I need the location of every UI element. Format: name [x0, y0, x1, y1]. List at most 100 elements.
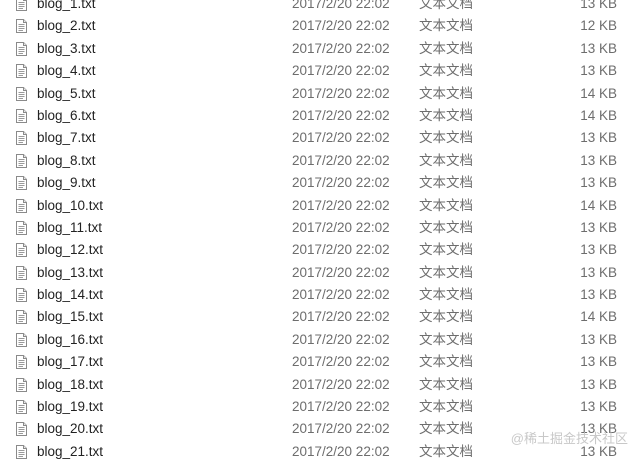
- file-name[interactable]: blog_7.txt: [37, 130, 96, 146]
- file-name[interactable]: blog_21.txt: [37, 444, 103, 460]
- file-type: 文本文档: [419, 63, 473, 79]
- file-row[interactable]: blog_5.txt 2017/2/20 22:02 文本文档 14 KB: [0, 83, 640, 105]
- file-name[interactable]: blog_8.txt: [37, 153, 96, 169]
- file-modified-date: 2017/2/20 22:02: [292, 107, 390, 123]
- file-size: 14 KB: [580, 107, 617, 123]
- file-size: 13 KB: [580, 242, 617, 258]
- file-size: 13 KB: [580, 152, 617, 168]
- text-document-icon: [16, 400, 27, 415]
- file-row[interactable]: blog_6.txt 2017/2/20 22:02 文本文档 14 KB: [0, 105, 640, 127]
- file-name[interactable]: blog_17.txt: [37, 354, 103, 370]
- file-size: 13 KB: [580, 40, 617, 56]
- text-document-icon: [16, 0, 27, 11]
- file-type: 文本文档: [419, 0, 473, 11]
- file-row[interactable]: blog_9.txt 2017/2/20 22:02 文本文档 13 KB: [0, 172, 640, 194]
- file-name[interactable]: blog_2.txt: [37, 18, 96, 34]
- file-type: 文本文档: [419, 264, 473, 280]
- file-name[interactable]: blog_4.txt: [37, 63, 96, 79]
- file-row[interactable]: blog_15.txt 2017/2/20 22:02 文本文档 14 KB: [0, 306, 640, 328]
- file-type: 文本文档: [419, 152, 473, 168]
- file-modified-date: 2017/2/20 22:02: [292, 376, 390, 392]
- file-size: 13 KB: [580, 376, 617, 392]
- file-row[interactable]: blog_14.txt 2017/2/20 22:02 文本文档 13 KB: [0, 284, 640, 306]
- file-row[interactable]: blog_19.txt 2017/2/20 22:02 文本文档 13 KB: [0, 396, 640, 418]
- file-row[interactable]: blog_7.txt 2017/2/20 22:02 文本文档 13 KB: [0, 127, 640, 149]
- file-size: 13 KB: [580, 175, 617, 191]
- file-row[interactable]: blog_10.txt 2017/2/20 22:02 文本文档 14 KB: [0, 195, 640, 217]
- file-name[interactable]: blog_18.txt: [37, 377, 103, 393]
- file-type: 文本文档: [419, 421, 473, 437]
- file-modified-date: 2017/2/20 22:02: [292, 130, 390, 146]
- file-type: 文本文档: [419, 219, 473, 235]
- file-type: 文本文档: [419, 18, 473, 34]
- file-name[interactable]: blog_13.txt: [37, 265, 103, 281]
- file-modified-date: 2017/2/20 22:02: [292, 40, 390, 56]
- file-name[interactable]: blog_19.txt: [37, 399, 103, 415]
- file-type: 文本文档: [419, 443, 473, 459]
- file-type: 文本文档: [419, 309, 473, 325]
- text-document-icon: [16, 176, 27, 191]
- text-document-icon: [16, 332, 27, 347]
- file-size: 13 KB: [580, 0, 617, 11]
- text-document-icon: [16, 86, 27, 101]
- text-document-icon: [16, 310, 27, 325]
- file-type: 文本文档: [419, 287, 473, 303]
- text-document-icon: [16, 243, 27, 258]
- file-size: 13 KB: [580, 331, 617, 347]
- text-document-icon: [16, 377, 27, 392]
- file-type: 文本文档: [419, 242, 473, 258]
- file-type: 文本文档: [419, 399, 473, 415]
- file-modified-date: 2017/2/20 22:02: [292, 0, 390, 11]
- file-name[interactable]: blog_12.txt: [37, 242, 103, 258]
- file-row[interactable]: blog_8.txt 2017/2/20 22:02 文本文档 13 KB: [0, 150, 640, 172]
- file-size: 14 KB: [580, 85, 617, 101]
- file-name[interactable]: blog_5.txt: [37, 86, 96, 102]
- file-type: 文本文档: [419, 130, 473, 146]
- file-row[interactable]: blog_13.txt 2017/2/20 22:02 文本文档 13 KB: [0, 262, 640, 284]
- file-row[interactable]: blog_16.txt 2017/2/20 22:02 文本文档 13 KB: [0, 329, 640, 351]
- file-modified-date: 2017/2/20 22:02: [292, 399, 390, 415]
- file-row[interactable]: blog_17.txt 2017/2/20 22:02 文本文档 13 KB: [0, 351, 640, 373]
- file-type: 文本文档: [419, 354, 473, 370]
- file-type: 文本文档: [419, 40, 473, 56]
- file-name[interactable]: blog_11.txt: [37, 220, 102, 236]
- file-name[interactable]: blog_3.txt: [37, 41, 96, 57]
- file-name[interactable]: blog_14.txt: [37, 287, 103, 303]
- file-name[interactable]: blog_20.txt: [37, 421, 103, 437]
- text-document-icon: [16, 198, 27, 213]
- text-document-icon: [16, 220, 27, 235]
- file-modified-date: 2017/2/20 22:02: [292, 331, 390, 347]
- text-document-icon: [16, 444, 27, 459]
- file-modified-date: 2017/2/20 22:02: [292, 63, 390, 79]
- file-name[interactable]: blog_15.txt: [37, 309, 103, 325]
- file-row[interactable]: blog_12.txt 2017/2/20 22:02 文本文档 13 KB: [0, 239, 640, 261]
- file-row[interactable]: blog_3.txt 2017/2/20 22:02 文本文档 13 KB: [0, 38, 640, 60]
- file-modified-date: 2017/2/20 22:02: [292, 152, 390, 168]
- text-document-icon: [16, 108, 27, 123]
- file-type: 文本文档: [419, 85, 473, 101]
- file-modified-date: 2017/2/20 22:02: [292, 309, 390, 325]
- file-name[interactable]: blog_9.txt: [37, 175, 96, 191]
- file-row[interactable]: blog_2.txt 2017/2/20 22:02 文本文档 12 KB: [0, 15, 640, 37]
- file-size: 14 KB: [580, 197, 617, 213]
- file-size: 13 KB: [580, 287, 617, 303]
- file-modified-date: 2017/2/20 22:02: [292, 18, 390, 34]
- file-row[interactable]: blog_4.txt 2017/2/20 22:02 文本文档 13 KB: [0, 60, 640, 82]
- text-document-icon: [16, 422, 27, 437]
- file-modified-date: 2017/2/20 22:02: [292, 175, 390, 191]
- text-document-icon: [16, 265, 27, 280]
- file-row[interactable]: blog_18.txt 2017/2/20 22:02 文本文档 13 KB: [0, 374, 640, 396]
- file-row[interactable]: blog_1.txt 2017/2/20 22:02 文本文档 13 KB: [0, 0, 640, 15]
- text-document-icon: [16, 41, 27, 56]
- file-name[interactable]: blog_1.txt: [37, 0, 96, 12]
- file-list: blog_1.txt 2017/2/20 22:02 文本文档 13 KB blog_2…: [0, 0, 640, 463]
- file-type: 文本文档: [419, 197, 473, 213]
- file-modified-date: 2017/2/20 22:02: [292, 443, 390, 459]
- file-modified-date: 2017/2/20 22:02: [292, 264, 390, 280]
- file-modified-date: 2017/2/20 22:02: [292, 242, 390, 258]
- file-name[interactable]: blog_16.txt: [37, 332, 103, 348]
- watermark: @稀土掘金技术社区: [510, 431, 628, 446]
- file-row[interactable]: blog_11.txt 2017/2/20 22:02 文本文档 13 KB: [0, 217, 640, 239]
- file-name[interactable]: blog_6.txt: [37, 108, 96, 124]
- file-name[interactable]: blog_10.txt: [37, 198, 103, 214]
